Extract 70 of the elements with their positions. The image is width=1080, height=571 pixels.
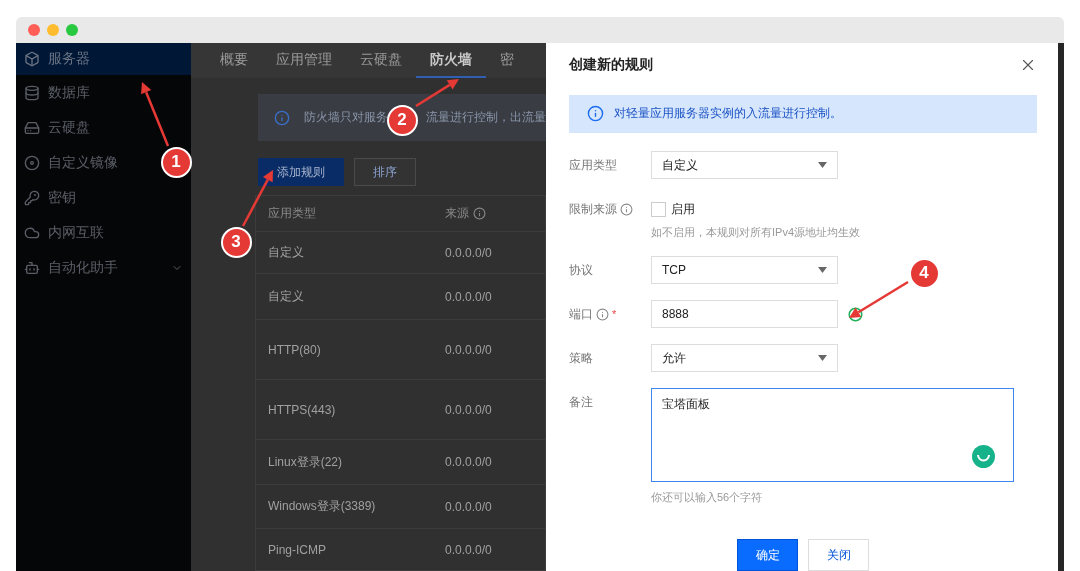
confirm-button[interactable]: 确定: [737, 539, 798, 571]
table-cell-text: 0.0.0.0/0: [445, 542, 493, 557]
table-cell-text: HTTPS(443): [268, 402, 337, 417]
sidebar-item[interactable]: 服务器: [16, 43, 191, 75]
key-icon: [24, 189, 40, 206]
close-window-button[interactable]: [28, 24, 40, 36]
sidebar-item[interactable]: 云硬盘: [16, 110, 158, 145]
checkbox-label: 启用: [671, 200, 695, 218]
info-icon: [274, 109, 290, 126]
annotation-arrow: [415, 79, 459, 108]
app-type-select[interactable]: 自定义: [651, 151, 838, 179]
table-cell-text: 0.0.0.0/0: [445, 245, 493, 260]
sidebar-item[interactable]: 自动化助手: [16, 250, 191, 285]
hint-text: 如不启用，本规则对所有IPv4源地址均生效: [651, 225, 860, 240]
hint-text: 你还可以输入56个字符: [651, 490, 764, 505]
close-dialog-button[interactable]: 关闭: [808, 539, 869, 571]
tab[interactable]: 应用管理: [262, 43, 346, 78]
note-field[interactable]: 宝塔面板: [651, 388, 1014, 482]
tab[interactable]: 概要: [206, 43, 262, 78]
sidebar-item[interactable]: 自定义镜像: [16, 145, 158, 180]
sidebar-item[interactable]: 内网互联: [16, 215, 158, 250]
info-icon: [587, 105, 604, 123]
policy-select[interactable]: 允许: [651, 344, 838, 372]
column-header: 应用类型: [268, 205, 316, 222]
cube-icon: [24, 51, 40, 67]
dialog-title: 创建新的规则: [569, 56, 653, 75]
field-label: 限制来源: [569, 200, 617, 218]
table-cell-text: Windows登录(3389): [268, 498, 377, 515]
field-label: 协议: [569, 261, 593, 279]
caret-icon: [818, 355, 827, 361]
robot-icon: [24, 259, 40, 276]
arc-circle-icon: [972, 445, 995, 468]
table-cell-text: 自定义: [268, 244, 305, 261]
table-cell-text: Linux登录(22): [268, 453, 344, 471]
field-label: 应用类型: [569, 156, 617, 174]
annotation-arrow: [849, 280, 909, 318]
caret-icon: [818, 267, 827, 273]
notice-text: 防火墙只对服务: [304, 109, 388, 126]
minimize-window-button[interactable]: [47, 24, 59, 36]
caret-icon: [818, 162, 827, 168]
sidebar-item[interactable]: 数据库: [16, 75, 158, 110]
sidebar-item[interactable]: 密钥: [16, 180, 158, 215]
maximize-window-button[interactable]: [66, 24, 78, 36]
protocol-select[interactable]: TCP: [651, 256, 838, 284]
required-mark: *: [612, 308, 617, 320]
disc-icon: [24, 154, 40, 171]
table-cell-text: 0.0.0.0/0: [445, 499, 493, 514]
port-field[interactable]: 8888: [651, 300, 838, 328]
notice-text: 流量进行控制，出流量: [426, 109, 546, 126]
notice-text: 对轻量应用服务器实例的入流量进行控制。: [614, 105, 842, 123]
annotation-arrow: [141, 82, 170, 147]
table-cell-text: Ping-ICMP: [268, 542, 327, 557]
tab[interactable]: 密: [486, 43, 528, 78]
tab[interactable]: 防火墙: [416, 43, 486, 78]
table-cell-text: 0.0.0.0/0: [445, 342, 493, 357]
table-cell-text: 自定义: [268, 288, 305, 305]
add-rule-button[interactable]: 添加规则: [258, 158, 344, 186]
drive-icon: [24, 119, 40, 136]
field-label: 端口: [569, 305, 593, 323]
field-label: 备注: [569, 393, 593, 411]
table-cell-text: 0.0.0.0/0: [445, 455, 493, 469]
checkbox[interactable]: [651, 201, 666, 217]
column-header: 来源: [445, 205, 469, 222]
tab[interactable]: 云硬盘: [346, 43, 416, 78]
database-icon: [24, 84, 40, 101]
sort-button[interactable]: 排序: [354, 158, 416, 186]
table-cell-text: HTTP(80): [268, 342, 322, 357]
table-cell-text: 0.0.0.0/0: [445, 402, 493, 417]
table-cell-text: 0.0.0.0/0: [445, 289, 493, 304]
field-label: 策略: [569, 349, 593, 367]
